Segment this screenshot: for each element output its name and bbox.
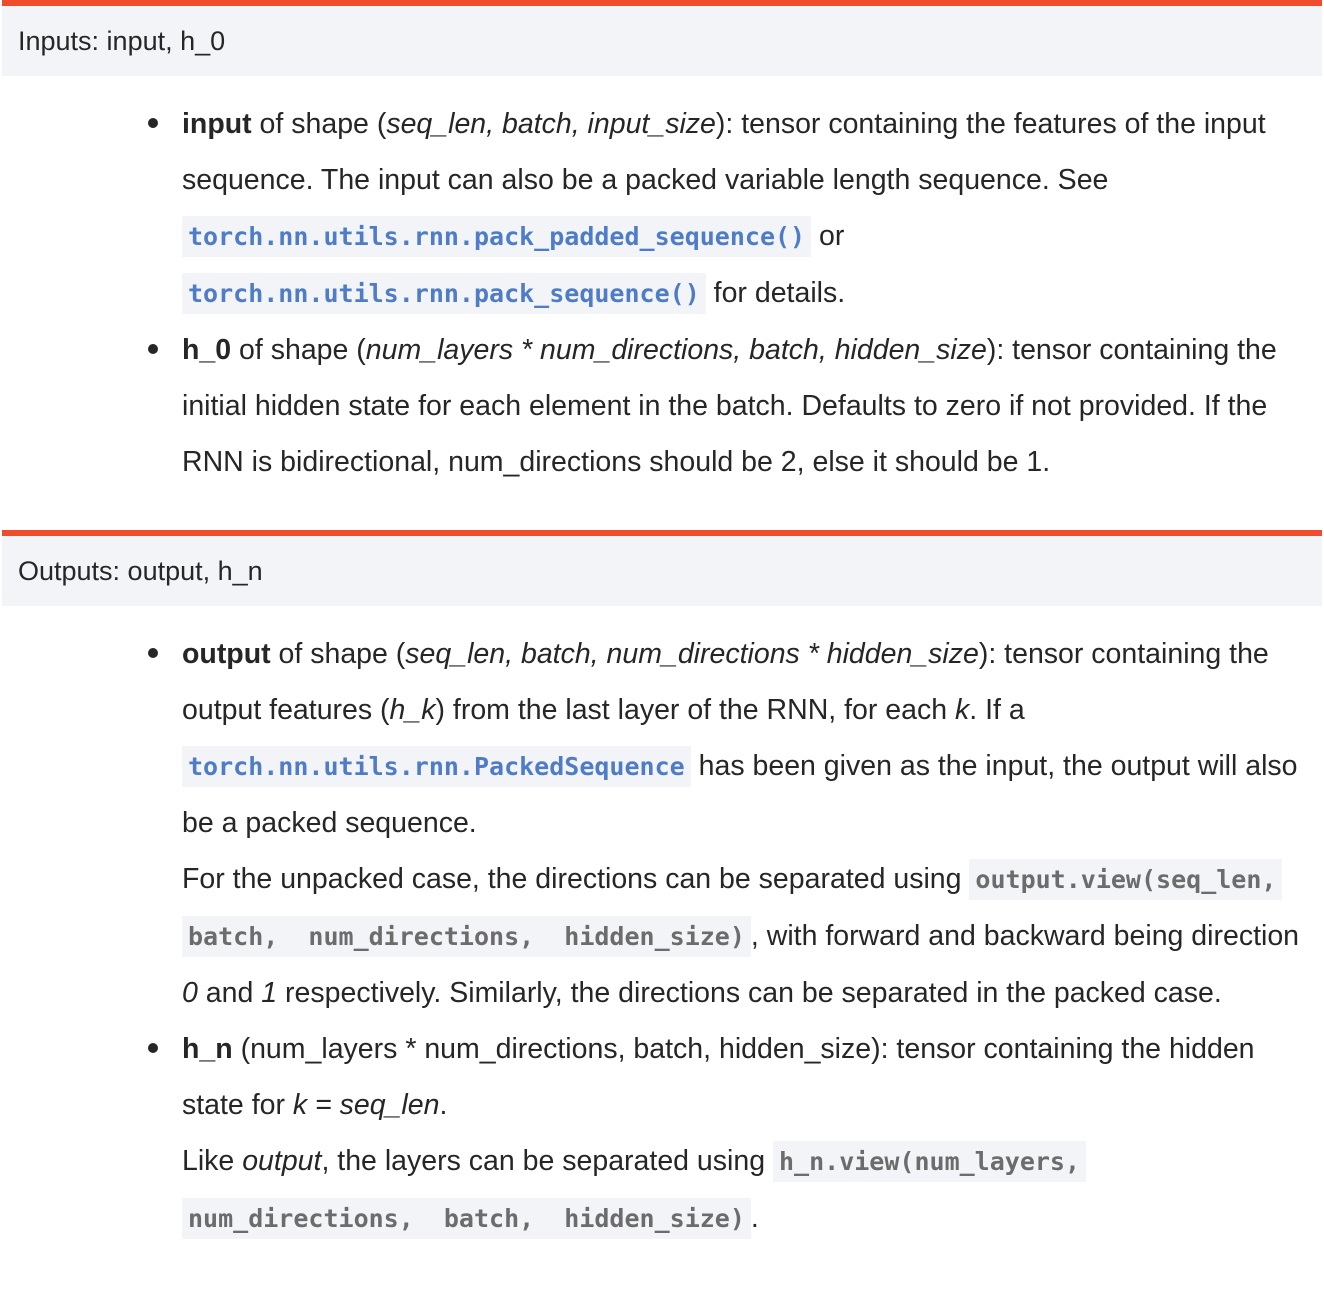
param-input: input of shape (seq_len, batch, input_si… [148, 96, 1322, 322]
param-hn-line-1: h_n (num_layers * num_directions, batch,… [182, 1021, 1322, 1077]
pack-padded-sequence-link[interactable]: torch.nn.utils.rnn.pack_padded_sequence(… [182, 216, 812, 257]
param-k: k [955, 694, 970, 726]
pack-sequence-link[interactable]: torch.nn.utils.rnn.pack_sequence() [182, 273, 706, 314]
param-text: . [750, 1202, 759, 1234]
param-input-line-1: input of shape (seq_len, batch, input_si… [182, 96, 1322, 152]
outputs-section: Outputs: output, h_n output of shape (se… [2, 530, 1322, 1247]
param-hn-line-4: num_directions, batch, hidden_size). [182, 1190, 1322, 1247]
param-output-line-7: 0 and 1 respectively. Similarly, the dir… [182, 965, 1322, 1021]
param-text: Like [182, 1145, 243, 1177]
param-output-line-2: output features (h_k) from the last laye… [182, 682, 1322, 738]
param-text: of shape ( [270, 638, 406, 670]
param-one: 1 [261, 977, 278, 1009]
param-text: of shape ( [231, 334, 366, 366]
param-name: h_0 [182, 334, 232, 366]
param-hk: h_k [389, 694, 436, 726]
param-output-line-4: be a packed sequence. [182, 807, 477, 839]
param-output-line-5: For the unpacked case, the directions ca… [182, 851, 1322, 908]
param-output: output of shape (seq_len, batch, num_dir… [148, 626, 1322, 1021]
param-text: has been given as the input, the output … [690, 750, 1298, 782]
param-text: ): tensor containing the [978, 638, 1269, 670]
outputs-body: output of shape (seq_len, batch, num_dir… [2, 606, 1322, 1247]
inputs-body: input of shape (seq_len, batch, input_si… [2, 76, 1322, 490]
param-name: input [182, 108, 252, 140]
param-input-line-2: sequence. The input can also be a packed… [182, 164, 1109, 196]
param-text: of shape ( [251, 108, 387, 140]
param-output-line-6: batch, num_directions, hidden_size), wit… [182, 908, 1322, 965]
param-h0-line-3: RNN is bidirectional, num_directions sho… [182, 446, 1051, 478]
outputs-list: output of shape (seq_len, batch, num_dir… [2, 626, 1322, 1247]
param-text: , with forward and backward being direct… [750, 920, 1300, 952]
param-h0-line-2: initial hidden state for each element in… [182, 390, 1268, 422]
param-text: For the unpacked case, the directions ca… [182, 863, 970, 895]
bullet-icon [148, 648, 158, 658]
param-text: , the layers can be separated using [321, 1145, 773, 1177]
param-hn: h_n (num_layers * num_directions, batch,… [148, 1021, 1322, 1247]
param-h0: h_0 of shape (num_layers * num_direction… [148, 322, 1322, 490]
param-text: for details. [705, 277, 846, 309]
param-text: ): tensor containing the features of the… [715, 108, 1266, 140]
param-zero: 0 [182, 977, 198, 1009]
param-output-line-3: torch.nn.utils.rnn.PackedSequence has be… [182, 738, 1322, 795]
param-output-it: output [242, 1145, 322, 1177]
param-h0-line-1: h_0 of shape (num_layers * num_direction… [182, 322, 1322, 378]
bullet-icon [148, 344, 158, 354]
param-text: ) from the last layer of the RNN, for ea… [435, 694, 956, 726]
param-text: (num_layers * num_directions, batch, hid… [232, 1033, 1255, 1065]
param-keq: k = seq_len [292, 1089, 440, 1121]
param-text: respectively. Similarly, the directions … [277, 977, 1222, 1009]
param-hn-line-3: Like output, the layers can be separated… [182, 1133, 1322, 1190]
param-text: state for [182, 1089, 293, 1121]
param-hn-line-2: state for k = seq_len. [182, 1077, 1322, 1133]
param-text: . If a [969, 694, 1025, 726]
param-text: ): tensor containing the [986, 334, 1277, 366]
inputs-section: Inputs: input, h_0 input of shape (seq_l… [2, 0, 1322, 490]
param-text: output features ( [182, 694, 390, 726]
output-view-code-cont: batch, num_directions, hidden_size) [182, 916, 751, 957]
param-text: . [439, 1089, 448, 1121]
param-text: or [811, 220, 845, 252]
param-text: and [197, 977, 262, 1009]
packed-sequence-link[interactable]: torch.nn.utils.rnn.PackedSequence [182, 746, 691, 787]
param-shape: num_layers * num_directions, batch, hidd… [365, 334, 987, 366]
param-name: h_n [182, 1033, 233, 1065]
param-input-line-3: torch.nn.utils.rnn.pack_padded_sequence(… [182, 208, 1322, 265]
inputs-header: Inputs: input, h_0 [2, 0, 1322, 76]
inputs-list: input of shape (seq_len, batch, input_si… [2, 96, 1322, 490]
bullet-icon [148, 1043, 158, 1053]
hn-view-code: h_n.view(num_layers, [773, 1141, 1087, 1182]
param-input-line-4: torch.nn.utils.rnn.pack_sequence() for d… [182, 265, 1322, 322]
hn-view-code-cont: num_directions, batch, hidden_size) [182, 1198, 751, 1239]
param-shape: seq_len, batch, input_size [386, 108, 716, 140]
output-view-code: output.view(seq_len, [969, 859, 1283, 900]
param-name: output [182, 638, 271, 670]
param-shape: seq_len, batch, num_directions * hidden_… [405, 638, 979, 670]
param-output-line-1: output of shape (seq_len, batch, num_dir… [182, 626, 1322, 682]
bullet-icon [148, 118, 158, 128]
outputs-header: Outputs: output, h_n [2, 530, 1322, 606]
